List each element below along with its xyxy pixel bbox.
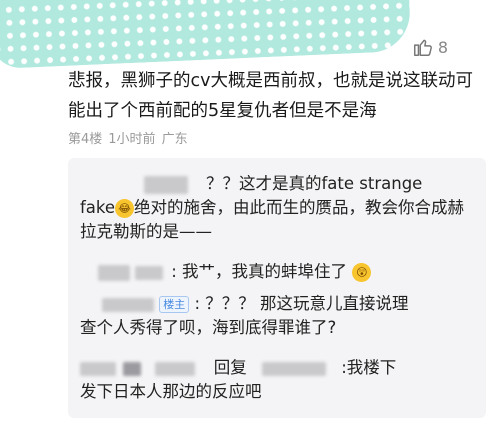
reply-text: 绝对的施舍，由此而生的赝品，教会你合成赫拉克勒斯的是—— — [80, 198, 465, 241]
blurred-username — [80, 361, 116, 376]
reply-text: : 我艹，我真的蚌埠住了 — [171, 262, 348, 281]
reply-list[interactable]: ？？这才是真的fate strange fake 😂 绝对的施舍，由此而生的赝品，教… — [68, 158, 486, 418]
reply-text: : ？？？ 那这玩意儿直接说理 — [194, 294, 409, 313]
like-button[interactable]: 8 — [412, 36, 448, 58]
blurred-username — [98, 264, 130, 281]
reply-word: 回复 — [213, 358, 247, 377]
blurred-username — [262, 361, 326, 376]
reply-text: fake — [80, 198, 116, 217]
blurred-username — [102, 297, 154, 312]
reply-text: :我楼下 — [341, 358, 397, 377]
op-badge: 楼主 — [159, 296, 190, 313]
floor-number: 第4楼 — [68, 132, 103, 147]
blurred-avatar — [123, 361, 142, 376]
reply-item[interactable]: 楼主 : ？？？ 那这玩意儿直接说理 查个人秀得了呗，海到底得罪谁了? — [80, 292, 476, 340]
decorative-tape — [0, 0, 412, 70]
like-count: 8 — [437, 37, 448, 57]
reply-text: 查个人秀得了呗，海到底得罪谁了? — [80, 318, 337, 337]
thumbs-up-icon — [413, 39, 432, 56]
comment-meta: 第4楼 1小时前 广东 — [68, 128, 188, 147]
reply-text: 发下日本人那边的反应吧 — [80, 382, 262, 401]
shocked-emoji-icon: 😲 — [352, 263, 372, 282]
comment-text: 悲报，黑狮子的cv大概是西前叔，也就是说这联动可能出了个西前配的5星复仇者但是不… — [68, 71, 473, 121]
post-time: 1小时前 — [108, 132, 156, 147]
reply-item[interactable]: 回复 :我楼下 发下日本人那边的反应吧 — [80, 356, 476, 404]
reply-text: ？？这才是真的fate strange — [206, 174, 423, 193]
post-location: 广东 — [161, 132, 188, 147]
reply-item[interactable]: ？？这才是真的fate strange fake 😂 绝对的施舍，由此而生的赝品，教… — [80, 172, 476, 244]
reply-item[interactable]: : 我艹，我真的蚌埠住了 😲 — [80, 260, 476, 284]
blurred-username — [135, 265, 164, 280]
blurred-username — [154, 361, 195, 376]
blurred-username — [144, 175, 188, 194]
laughing-emoji-icon: 😂 — [115, 199, 135, 218]
